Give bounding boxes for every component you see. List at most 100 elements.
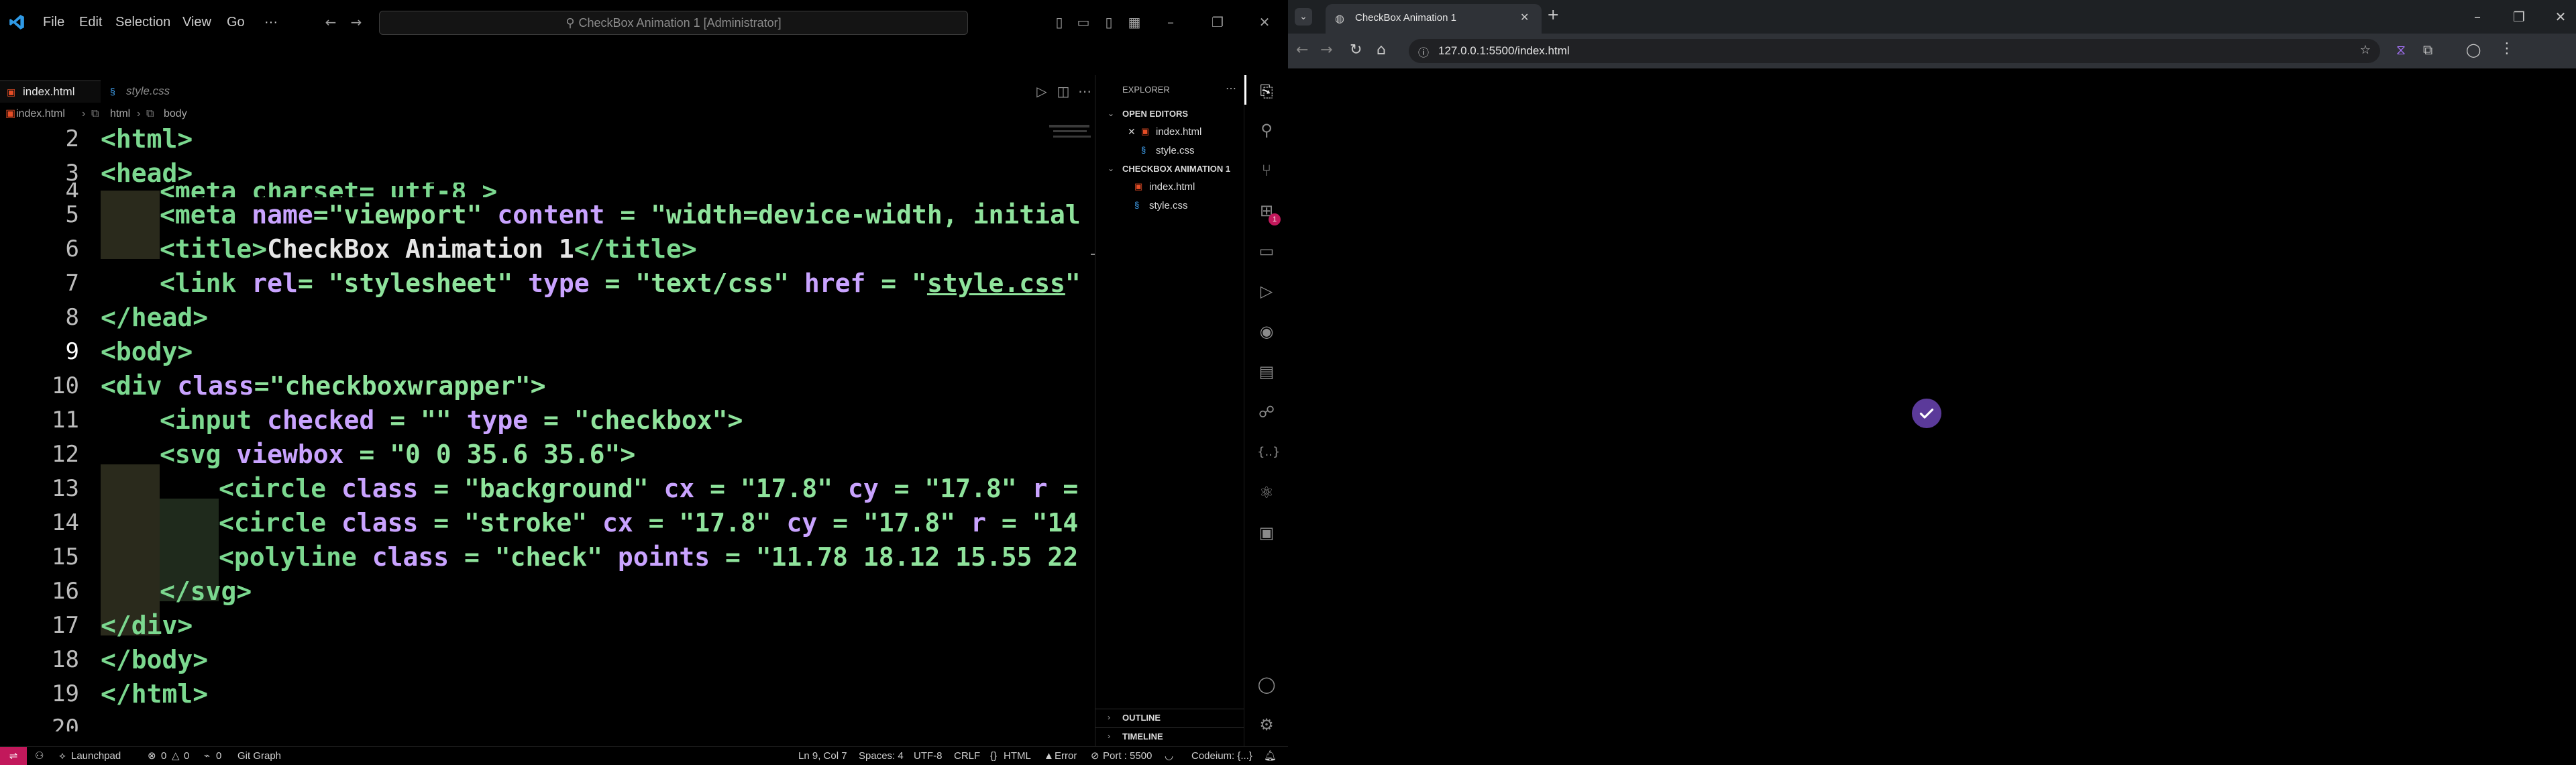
remote-explorer-icon[interactable]: ▭: [1257, 242, 1276, 260]
token: = "": [374, 405, 467, 435]
warnings-count[interactable]: 0: [184, 747, 189, 765]
restore-icon[interactable]: ❐: [2510, 8, 2528, 26]
chrome-menu-icon[interactable]: ⋮: [2500, 40, 2514, 57]
file-index-html[interactable]: index.html: [1149, 181, 1195, 193]
ports-count[interactable]: 0: [216, 747, 221, 765]
launchpad-item[interactable]: Launchpad: [71, 747, 121, 765]
stylesheet-link[interactable]: style.css: [927, 268, 1065, 298]
minimap[interactable]: [1046, 122, 1093, 149]
toggle-primary-sidebar-icon[interactable]: ▯: [1051, 13, 1068, 31]
restore-icon[interactable]: ❐: [1209, 13, 1226, 31]
tab-search-icon[interactable]: ⌄: [1295, 8, 1312, 26]
timeline-header[interactable]: TIMELINE: [1122, 731, 1163, 742]
source-control-icon[interactable]: ⑂: [1257, 161, 1276, 180]
chat-icon[interactable]: ▣: [1257, 523, 1276, 542]
open-editor-index-html[interactable]: index.html: [1156, 126, 1201, 138]
remote-indicator-icon[interactable]: ⇌: [0, 747, 27, 765]
close-icon[interactable]: ✕: [1128, 126, 1136, 138]
menu-edit[interactable]: Edit: [79, 0, 102, 44]
no-entry-icon: ⊘: [1091, 750, 1099, 762]
cursor-position[interactable]: Ln 9, Col 7: [798, 747, 847, 765]
back-arrow-icon[interactable]: ←: [322, 13, 339, 31]
folder-icon[interactable]: ▤: [1257, 362, 1276, 381]
indentation[interactable]: Spaces: 4: [859, 747, 904, 765]
menu-more[interactable]: ···: [264, 0, 278, 44]
reload-icon[interactable]: ↻: [1350, 42, 1362, 58]
line-number: 8: [65, 304, 79, 331]
minimize-icon[interactable]: –: [1162, 13, 1179, 31]
folder-header[interactable]: CHECKBOX ANIMATION 1: [1122, 164, 1230, 174]
extensions-badge: 1: [1269, 213, 1281, 225]
back-arrow-icon[interactable]: ←: [1296, 42, 1308, 58]
address-bar[interactable]: ⓘ 127.0.0.1:5500/index.html ☆: [1409, 39, 2380, 63]
run-debug-icon[interactable]: ▷: [1257, 282, 1276, 301]
menu-view[interactable]: View: [182, 0, 211, 44]
explorer-icon[interactable]: ⎘: [1257, 82, 1276, 101]
menu-go[interactable]: Go: [227, 0, 245, 44]
token: <meta: [160, 200, 252, 230]
token: <title>: [160, 234, 268, 264]
token: <link: [160, 268, 252, 298]
chrome-tab[interactable]: ◍ CheckBox Animation 1 ✕: [1326, 4, 1542, 34]
bell-icon[interactable]: 🔔︎: [1264, 747, 1277, 765]
token: <div: [101, 371, 178, 401]
token: <body>: [101, 337, 193, 366]
outline-header[interactable]: OUTLINE: [1122, 713, 1161, 723]
account-status-icon[interactable]: ⚇: [35, 747, 44, 765]
star-icon[interactable]: ☆: [2360, 43, 2371, 57]
close-window-icon[interactable]: ✕: [1256, 13, 1273, 31]
line-ending[interactable]: CRLF: [954, 747, 980, 765]
file-style-css[interactable]: style.css: [1149, 200, 1188, 211]
open-editor-style-css[interactable]: style.css: [1156, 145, 1195, 156]
minimize-icon[interactable]: –: [2469, 8, 2486, 26]
forward-arrow-icon[interactable]: →: [1320, 42, 1332, 58]
customize-layout-icon[interactable]: ▦: [1126, 13, 1143, 31]
extension-icon[interactable]: ⧖: [2396, 42, 2406, 58]
animated-checkbox[interactable]: [1911, 397, 1943, 429]
menu-file[interactable]: File: [43, 0, 64, 44]
tab-index-html[interactable]: ▣ index.html: [0, 81, 101, 103]
vscode-titlebar: File Edit Selection View Go ··· ← → ⚲ Che…: [0, 0, 1288, 44]
run-icon[interactable]: ▷: [1033, 83, 1051, 100]
split-editor-icon[interactable]: ◫: [1055, 83, 1072, 100]
breadcrumb-html[interactable]: html: [110, 106, 130, 122]
json-icon[interactable]: {..}: [1257, 443, 1280, 462]
code-text: <meta charset= utf-8 >: [160, 183, 497, 197]
command-center-label: CheckBox Animation 1 [Administrator]: [578, 16, 782, 30]
encoding[interactable]: UTF-8: [914, 747, 943, 765]
more-actions-icon[interactable]: ⋯: [1226, 82, 1236, 95]
code-text: </html>: [101, 677, 208, 711]
command-center-search[interactable]: ⚲ CheckBox Animation 1 [Administrator]: [379, 11, 968, 35]
forward-arrow-icon[interactable]: →: [347, 13, 365, 31]
breadcrumb-file[interactable]: index.html: [16, 106, 65, 122]
git-lens-icon[interactable]: ◉: [1257, 322, 1276, 341]
gear-icon[interactable]: ⚙: [1257, 715, 1276, 734]
tab-style-css[interactable]: § style.css: [105, 81, 192, 102]
close-tab-icon[interactable]: ✕: [1520, 11, 1529, 23]
git-graph-item[interactable]: Git Graph: [237, 747, 281, 765]
menu-selection[interactable]: Selection: [115, 0, 170, 44]
extensions-puzzle-icon[interactable]: ⧉: [2423, 42, 2432, 58]
toggle-secondary-sidebar-icon[interactable]: ▯: [1100, 13, 1118, 31]
python-icon[interactable]: ☍: [1257, 403, 1276, 421]
home-icon[interactable]: ⌂: [1377, 42, 1386, 58]
css-file-icon: §: [1141, 145, 1146, 155]
code-line: 18 </body>: [0, 643, 1093, 677]
more-actions-icon[interactable]: ⋯: [1076, 83, 1093, 100]
close-window-icon[interactable]: ✕: [2552, 8, 2569, 26]
account-icon[interactable]: ◯: [1257, 675, 1276, 694]
profile-icon[interactable]: ◯: [2466, 42, 2481, 58]
errors-count[interactable]: 0: [161, 747, 166, 765]
codeium-status[interactable]: Codeium: {...}: [1191, 747, 1252, 765]
lint-error[interactable]: Error: [1055, 747, 1077, 765]
site-info-icon[interactable]: ⓘ: [1418, 44, 1429, 60]
search-icon[interactable]: ⚲: [1257, 121, 1276, 140]
open-editors-header[interactable]: OPEN EDITORS: [1122, 109, 1188, 119]
new-tab-icon[interactable]: +: [1547, 7, 1559, 23]
language-mode[interactable]: HTML: [1004, 747, 1031, 765]
toggle-panel-icon[interactable]: ▭: [1075, 13, 1092, 31]
code-editor[interactable]: 2 <html> 3 <head> 4 <meta charset= utf-8 > …: [0, 122, 1093, 746]
react-icon[interactable]: ⚛: [1257, 483, 1276, 502]
breadcrumb-body[interactable]: body: [164, 106, 187, 122]
live-server-port[interactable]: Port : 5500: [1103, 747, 1152, 765]
